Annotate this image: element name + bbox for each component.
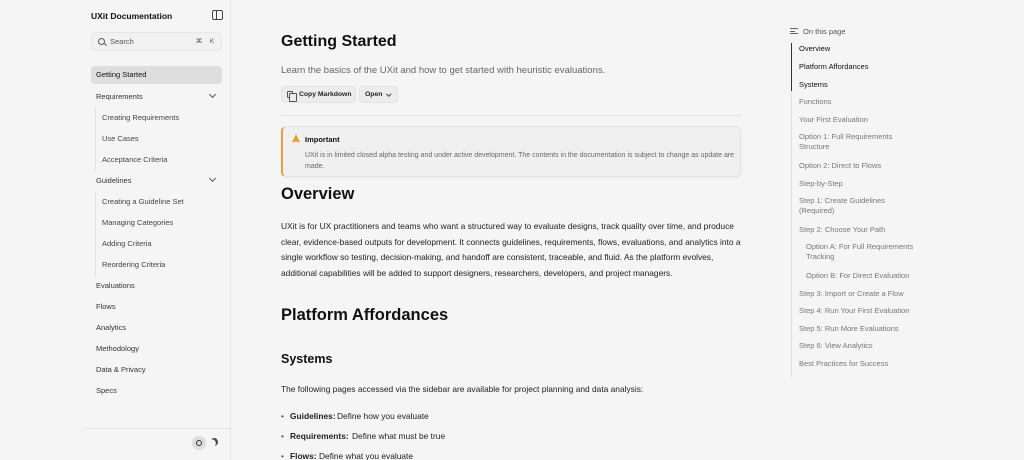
sidebar-item-analytics[interactable]: Analytics [91, 318, 222, 339]
sidebar-header: UXit Documentation [91, 10, 223, 23]
sidebar-item-creating-guideline-set[interactable]: Creating a Guideline Set [96, 192, 222, 213]
toc-heading: On this page [803, 27, 846, 36]
list-item-term: Requirements: [290, 431, 349, 441]
list-item-desc: Define how you evaluate [337, 411, 429, 421]
sidebar-toggle-icon[interactable] [212, 10, 223, 20]
callout-title: Important [305, 135, 340, 144]
header-divider [281, 115, 741, 116]
sidebar-item-use-cases[interactable]: Use Cases [96, 129, 222, 150]
table-of-contents: On this page Overview Platform Affordanc… [790, 26, 940, 378]
sidebar-item-label: Methodology [96, 344, 139, 353]
sidebar-item-creating-requirements[interactable]: Creating Requirements [96, 108, 222, 129]
list-item-term: Guidelines: [290, 411, 336, 421]
platform-affordances-heading: Platform Affordances [281, 306, 449, 324]
sidebar-item-label: Evaluations [96, 281, 135, 290]
search-placeholder: Search [110, 37, 134, 46]
toc-item-option-b[interactable]: Option B: For Direct Evaluation [806, 271, 936, 281]
sidebar-item-label: Flows [96, 302, 116, 311]
sidebar-item-label: Getting Started [96, 70, 147, 79]
toc-header: On this page [790, 26, 940, 38]
toc-item-step-5[interactable]: Step 5: Run More Evaluations [799, 324, 937, 334]
page-title: Getting Started [281, 33, 397, 50]
sidebar-item-flows[interactable]: Flows [91, 297, 222, 318]
k-key-hint: K [209, 38, 215, 45]
sidebar-item-label: Managing Categories [102, 218, 174, 227]
sidebar-footer-divider [83, 428, 231, 429]
toc-active-indicator [791, 43, 792, 91]
toc-item-step-3[interactable]: Step 3: Import or Create a Flow [799, 289, 937, 299]
sidebar-item-acceptance-criteria[interactable]: Acceptance Criteria [96, 150, 222, 171]
sidebar-item-managing-categories[interactable]: Managing Categories [96, 213, 222, 234]
toc-item-best-practices[interactable]: Best Practices for Success [799, 359, 937, 369]
toc-item-platform-affordances[interactable]: Platform Affordances [799, 62, 937, 72]
site-title[interactable]: UXit Documentation [91, 11, 172, 21]
guidelines-subnav: Creating a Guideline Set Managing Catego… [95, 192, 222, 276]
search-icon [98, 38, 105, 45]
sidebar-item-evaluations[interactable]: Evaluations [91, 276, 222, 297]
sidebar-item-reordering-criteria[interactable]: Reordering Criteria [96, 255, 222, 276]
list-item-desc: Define what must be true [352, 431, 446, 441]
sidebar-item-guidelines[interactable]: Guidelines [91, 171, 222, 192]
sidebar-nav: Getting Started Requirements Creating Re… [91, 66, 222, 402]
warning-icon [292, 134, 300, 142]
sidebar-item-data-privacy[interactable]: Data & Privacy [91, 360, 222, 381]
sidebar-item-getting-started[interactable]: Getting Started [91, 66, 222, 84]
chevron-down-icon[interactable] [208, 174, 217, 183]
open-label: Open [365, 91, 383, 98]
toc-item-functions[interactable]: Functions [799, 97, 937, 107]
command-key-icon: ⌘ [195, 38, 203, 45]
list-item-desc: Define what you evaluate [319, 451, 414, 460]
list-icon [790, 28, 798, 34]
callout-body: UXit is in limited closed alpha testing … [305, 152, 735, 170]
list-item-term: Flows: [290, 451, 317, 460]
systems-intro: The following pages accessed via the sid… [281, 384, 644, 394]
sidebar-item-label: Requirements [96, 92, 143, 101]
overview-paragraph: UXit is for UX practitioners and teams w… [281, 221, 741, 278]
copy-markdown-button[interactable]: Copy Markdown [281, 86, 356, 103]
chevron-down-icon [385, 91, 391, 97]
toc-list: Overview Platform Affordances Systems Fu… [791, 43, 939, 378]
sidebar-item-requirements[interactable]: Requirements [91, 87, 222, 108]
dark-mode-icon[interactable] [209, 437, 220, 448]
chevron-down-icon[interactable] [208, 90, 217, 99]
toc-item-step-4[interactable]: Step 4: Run Your First Evaluation [799, 306, 937, 316]
toc-item-your-first-evaluation[interactable]: Your First Evaluation [799, 115, 937, 125]
sidebar: UXit Documentation Search ⌘ K Getting St… [83, 0, 231, 460]
sidebar-item-label: Specs [96, 386, 117, 395]
light-mode-icon[interactable] [192, 436, 206, 450]
toc-item-option-2[interactable]: Option 2: Direct to Flows [799, 161, 937, 171]
sidebar-item-label: Reordering Criteria [102, 260, 166, 269]
toc-item-option-1[interactable]: Option 1: Full Requirements Structure [799, 132, 917, 152]
page-description: Learn the basics of the UXit and how to … [281, 65, 606, 76]
systems-heading: Systems [281, 352, 333, 366]
toc-item-step-2[interactable]: Step 2: Choose Your Path [799, 225, 937, 235]
sidebar-item-adding-criteria[interactable]: Adding Criteria [96, 234, 222, 255]
sidebar-item-specs[interactable]: Specs [91, 381, 222, 402]
requirements-subnav: Creating Requirements Use Cases Acceptan… [95, 108, 222, 171]
sidebar-item-label: Creating Requirements [102, 113, 180, 122]
sidebar-item-label: Creating a Guideline Set [102, 197, 184, 206]
sidebar-item-label: Adding Criteria [102, 239, 152, 248]
sidebar-item-label: Analytics [96, 323, 127, 332]
sidebar-item-label: Data & Privacy [96, 365, 146, 374]
toc-item-option-a[interactable]: Option A: For Full Requirements Tracking [806, 242, 930, 262]
toc-item-step-by-step[interactable]: Step-by-Step [799, 179, 937, 189]
copy-icon [287, 91, 297, 102]
toc-item-step-1[interactable]: Step 1: Create Guidelines (Required) [799, 196, 907, 216]
copy-markdown-label: Copy Markdown [299, 91, 352, 98]
search-input[interactable]: Search ⌘ K [91, 32, 222, 51]
toc-item-overview[interactable]: Overview [799, 44, 937, 54]
important-callout: Important UXit is in limited closed alph… [281, 126, 741, 177]
toc-item-step-6[interactable]: Step 6: View Analytics [799, 341, 937, 351]
sidebar-item-label: Guidelines [96, 176, 132, 185]
sidebar-item-label: Use Cases [102, 134, 139, 143]
overview-heading: Overview [281, 185, 355, 203]
toc-item-systems[interactable]: Systems [799, 80, 937, 90]
open-button[interactable]: Open [359, 86, 398, 103]
sidebar-item-methodology[interactable]: Methodology [91, 339, 222, 360]
sidebar-item-label: Acceptance Criteria [102, 155, 168, 164]
